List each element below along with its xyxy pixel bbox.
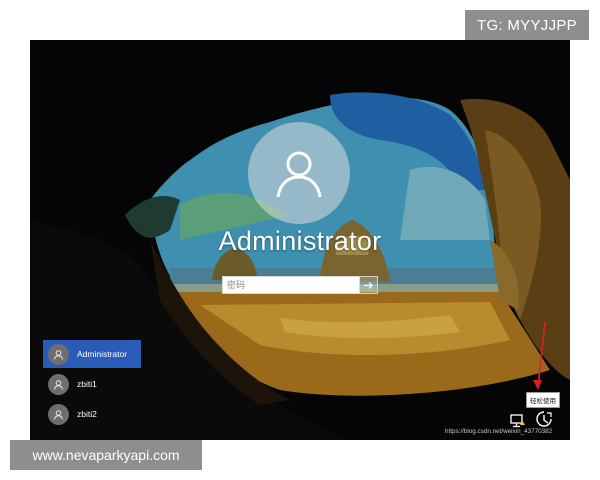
user-avatar-icon [48, 403, 69, 425]
ease-of-access-tooltip: 轻松使用 [526, 392, 560, 408]
user-item-label: zbiti2 [77, 409, 97, 419]
user-item-zbiti1[interactable]: zbiti1 [43, 370, 141, 398]
user-item-zbiti2[interactable]: zbiti2 [43, 400, 141, 428]
image-credit: https://blog.csdn.net/weixin_43770382 [445, 428, 553, 435]
user-list: Administrator zbiti1 zbiti2 [43, 340, 141, 430]
password-field-group [222, 276, 378, 294]
username-title: Administrator [218, 226, 382, 256]
lock-screen: Administrator Administrator zbiti1 zbiti… [30, 40, 570, 440]
tg-watermark: TG: MYYJJPP [465, 10, 589, 40]
user-item-administrator[interactable]: Administrator [43, 340, 141, 368]
user-silhouette-icon [276, 151, 322, 198]
user-avatar-icon [48, 343, 69, 365]
password-input[interactable] [222, 276, 360, 294]
arrow-right-icon [364, 281, 373, 289]
site-watermark: www.nevaparkyapi.com [10, 440, 202, 470]
user-avatar-icon [48, 373, 69, 395]
ease-of-access-icon[interactable] [535, 410, 553, 428]
user-item-label: zbiti1 [77, 379, 97, 389]
user-avatar [248, 122, 350, 224]
submit-button[interactable] [360, 276, 378, 294]
user-item-label: Administrator [77, 349, 128, 359]
